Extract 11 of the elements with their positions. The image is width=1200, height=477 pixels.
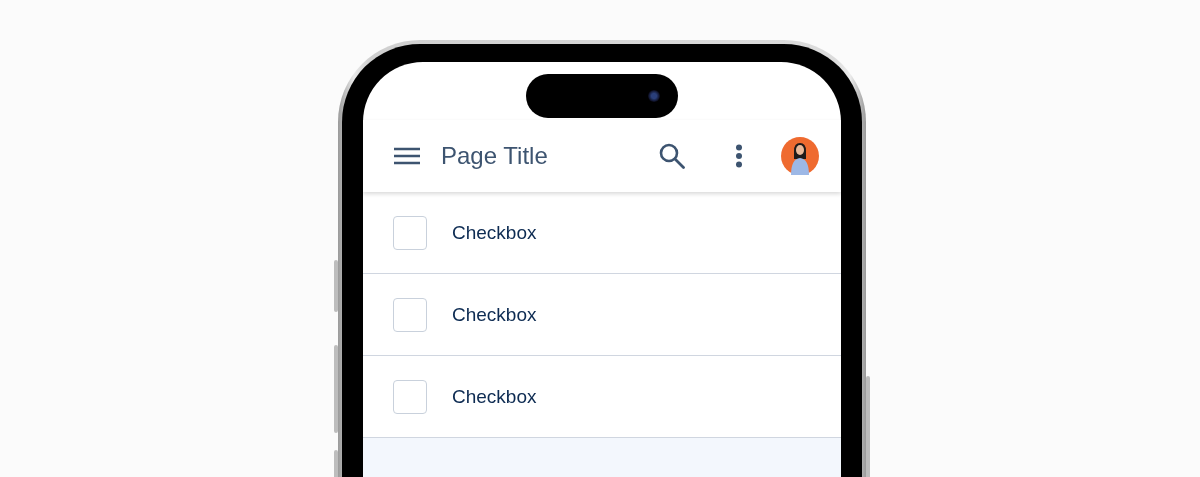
checkbox[interactable] <box>393 379 427 414</box>
checkbox[interactable] <box>393 215 427 250</box>
menu-icon[interactable] <box>394 147 420 165</box>
checkbox-label: Checkbox <box>452 303 537 326</box>
more-icon[interactable] <box>735 144 743 168</box>
camera-lens-icon <box>648 90 660 102</box>
checkbox-label: Checkbox <box>452 385 537 408</box>
page-title: Page Title <box>441 142 549 170</box>
checkbox-label: Checkbox <box>452 221 537 244</box>
search-icon[interactable] <box>659 143 685 169</box>
checkbox[interactable] <box>393 297 427 332</box>
